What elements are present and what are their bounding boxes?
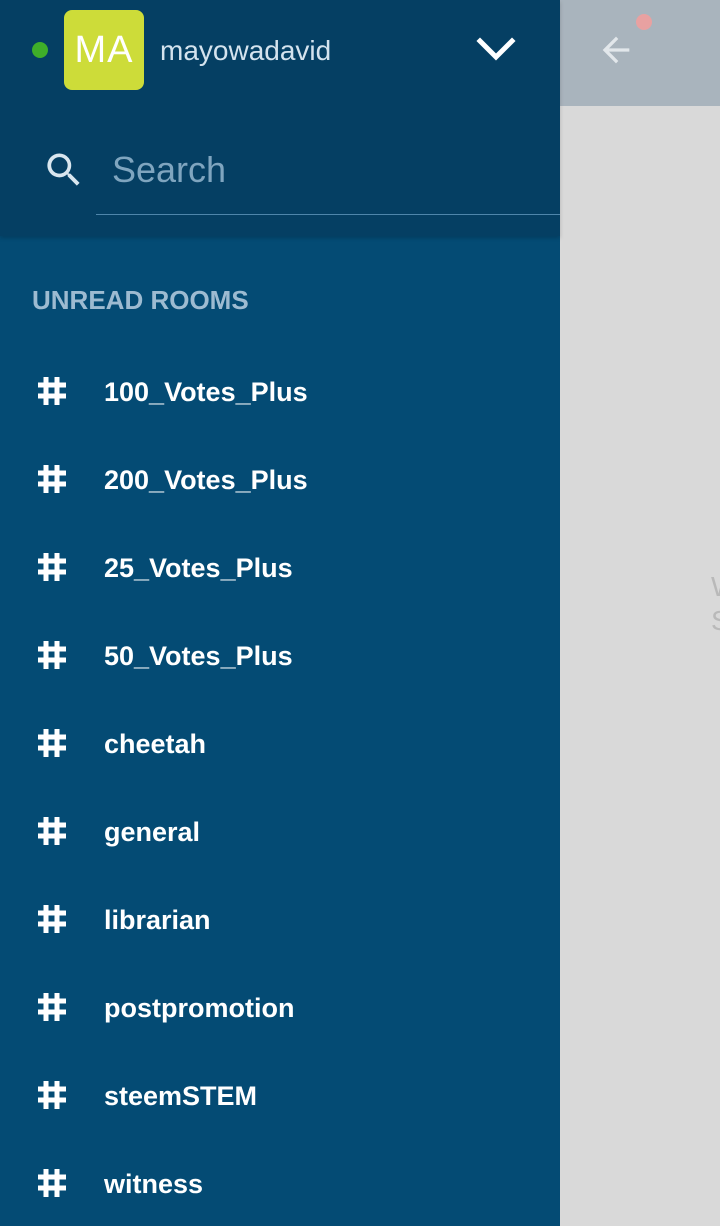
room-label: steemSTEM — [104, 1081, 258, 1111]
hashtag-icon — [38, 641, 66, 669]
hashtag-icon — [38, 817, 66, 845]
room-item-steemstem[interactable]: steemSTEM — [0, 1052, 560, 1140]
app-screen: WS MA mayowadavid UNREAD ROOMS 100_Votes… — [0, 0, 720, 1226]
online-status-dot — [32, 42, 48, 58]
room-label: 100_Votes_Plus — [104, 377, 308, 407]
hashtag-icon — [38, 1169, 66, 1197]
navigation-drawer: MA mayowadavid UNREAD ROOMS 100_Votes_Pl… — [0, 0, 560, 1226]
room-label: witness — [104, 1169, 204, 1199]
room-label: general — [104, 817, 201, 847]
room-item-librarian[interactable]: librarian — [0, 876, 560, 964]
main-content-overlay[interactable] — [560, 106, 720, 1226]
room-item-50-votes-plus[interactable]: 50_Votes_Plus — [0, 612, 560, 700]
room-item-100-votes-plus[interactable]: 100_Votes_Plus — [0, 348, 560, 436]
drawer-header: MA mayowadavid — [0, 0, 560, 236]
section-title-unread-rooms: UNREAD ROOMS — [32, 285, 249, 315]
username[interactable]: mayowadavid — [160, 34, 331, 68]
room-item-25-votes-plus[interactable]: 25_Votes_Plus — [0, 524, 560, 612]
chevron-down-icon[interactable] — [474, 30, 518, 70]
room-item-witness[interactable]: witness — [0, 1140, 560, 1226]
hashtag-icon — [38, 1081, 66, 1109]
room-label: 50_Votes_Plus — [104, 641, 293, 671]
hashtag-icon — [38, 465, 66, 493]
back-arrow-icon[interactable] — [596, 30, 636, 70]
search-input[interactable] — [96, 140, 560, 215]
room-list: 100_Votes_Plus 200_Votes_Plus 25_Votes_P… — [0, 348, 560, 1226]
room-label: librarian — [104, 905, 211, 935]
room-item-general[interactable]: general — [0, 788, 560, 876]
main-content-peek-text: WS — [711, 570, 720, 638]
hashtag-icon — [38, 377, 66, 405]
room-item-postpromotion[interactable]: postpromotion — [0, 964, 560, 1052]
hashtag-icon — [38, 905, 66, 933]
room-item-200-votes-plus[interactable]: 200_Votes_Plus — [0, 436, 560, 524]
notification-dot — [636, 14, 652, 30]
hashtag-icon — [38, 553, 66, 581]
room-item-cheetah[interactable]: cheetah — [0, 700, 560, 788]
room-label: 200_Votes_Plus — [104, 465, 308, 495]
room-label: cheetah — [104, 729, 207, 759]
hashtag-icon — [38, 729, 66, 757]
avatar[interactable]: MA — [64, 10, 144, 90]
room-label: 25_Votes_Plus — [104, 553, 293, 583]
hashtag-icon — [38, 993, 66, 1021]
search-icon — [47, 153, 80, 186]
room-label: postpromotion — [104, 993, 295, 1023]
